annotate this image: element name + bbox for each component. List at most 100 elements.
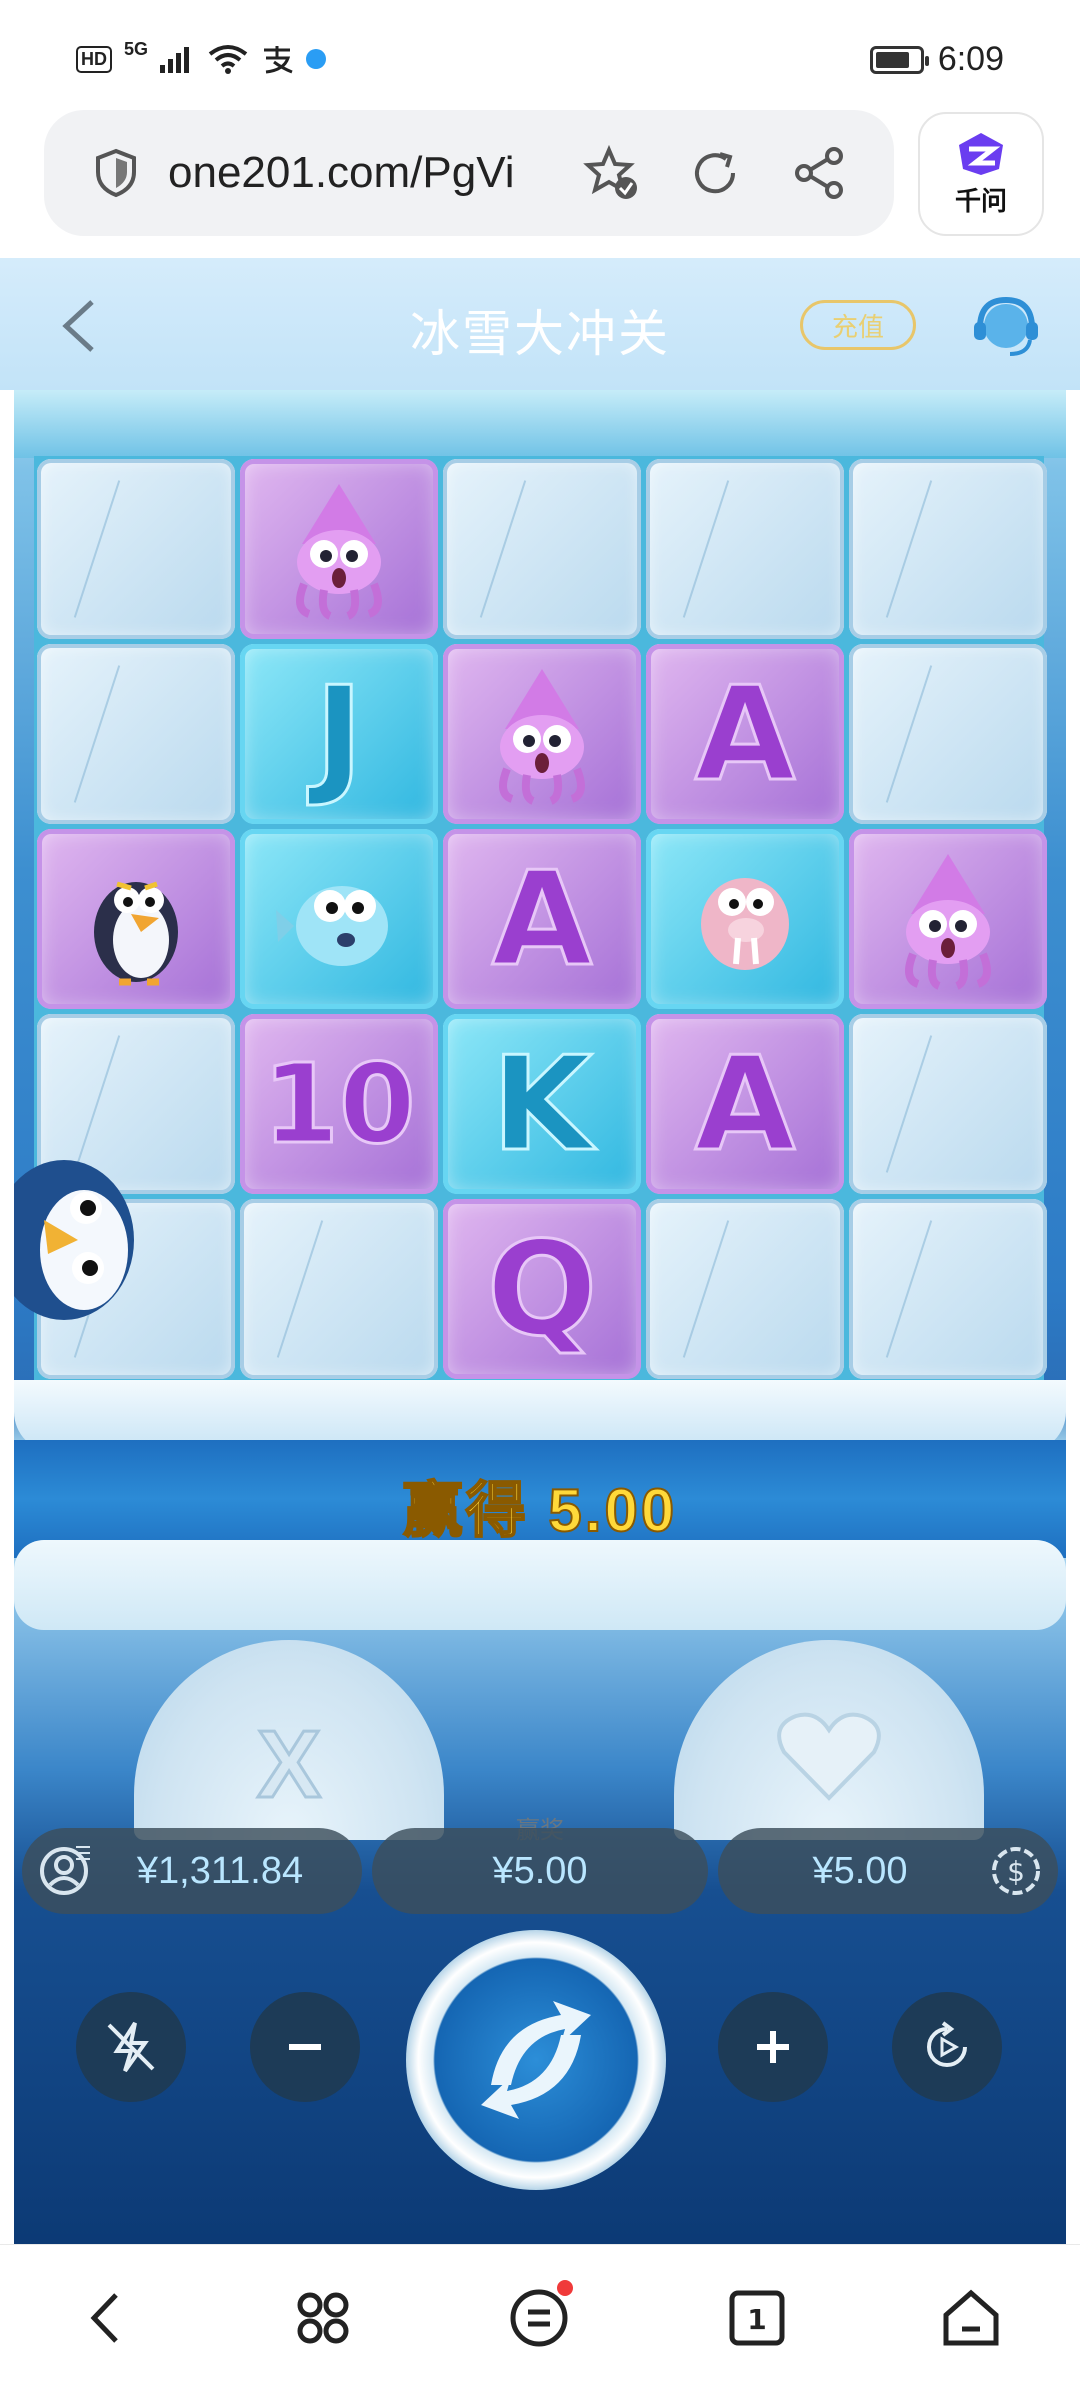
wifi-icon (208, 45, 248, 74)
share-icon[interactable] (790, 144, 848, 202)
symbol-letter: A (490, 842, 594, 997)
autoplay-button[interactable] (892, 1992, 1002, 2102)
notification-dot-icon (306, 49, 327, 69)
back-icon (90, 2293, 118, 2343)
network-type: 5G (124, 38, 149, 59)
bet-value: ¥5.00 (812, 1849, 908, 1892)
svg-text:$: $ (1007, 1855, 1025, 1888)
reel-cell-j: J (240, 644, 438, 824)
refresh-icon[interactable] (686, 144, 744, 202)
battery-fill (875, 51, 910, 68)
qianwen-logo-icon (959, 132, 1003, 175)
reel-cell-ice (646, 1199, 844, 1379)
increase-bet-button[interactable] (718, 1992, 828, 2102)
reel-cell-a: A (443, 829, 641, 1009)
reel-cell-ice (849, 1014, 1047, 1194)
browser-bottom-nav: 1 (0, 2244, 1080, 2388)
home-icon (943, 2289, 999, 2346)
balance-pill[interactable]: ¥1,311.84 (22, 1828, 362, 1914)
plus-icon (757, 2031, 789, 2063)
reel-cell-a: A (646, 644, 844, 824)
igloo-right (674, 1640, 984, 1840)
symbol-letter: 10 (261, 1039, 417, 1170)
svg-text:1: 1 (747, 2303, 766, 2336)
reel-cell-ice (37, 459, 235, 639)
reel-grid: J A A 10 K A Q (34, 456, 1047, 1380)
peeking-penguin-icon (14, 1160, 134, 1320)
game-canvas[interactable]: J A A 10 K A Q 赢得 5.00 X ¥1,311.84 ¥5.00… (14, 390, 1066, 2244)
win-value: ¥5.00 (492, 1849, 588, 1892)
win-pill: ¥5.00 (372, 1828, 708, 1914)
url-text[interactable]: one201.com/PgVi (168, 148, 548, 198)
favorite-star-icon[interactable] (582, 144, 640, 202)
game-title: 冰雪大冲关 (410, 306, 670, 362)
symbol-letter: A (693, 657, 797, 812)
win-banner-text: 赢得 5.00 (402, 1476, 678, 1545)
game-header: 冰雪大冲关 充值 (0, 258, 1080, 390)
coin-dollar-icon: $ (992, 1847, 1040, 1895)
status-bar: HD 5G 6:09 (0, 0, 1080, 110)
reel-cell-ice (849, 1199, 1047, 1379)
nav-back-button[interactable] (72, 2283, 142, 2353)
clover-apps-icon (297, 2292, 349, 2344)
reel-cell-10: 10 (240, 1014, 438, 1194)
reel-cell-a: A (646, 1014, 844, 1194)
hd-badge: HD (76, 45, 112, 73)
reel-cell-k: K (443, 1014, 641, 1194)
reel-cell-squid (849, 829, 1047, 1009)
signal-icon (160, 47, 190, 73)
spin-arrows-icon (481, 2001, 591, 2119)
alipay-icon (264, 46, 293, 74)
pufferfish-icon (276, 886, 388, 966)
minus-icon (289, 2044, 321, 2050)
clock: 6:09 (937, 40, 1004, 78)
reel-cell-ice (240, 1199, 438, 1379)
reel-cell-ice (849, 644, 1047, 824)
reel-cell-q: Q (443, 1199, 641, 1379)
user-wallet-icon (40, 1846, 90, 1895)
customer-support-icon[interactable] (970, 294, 1042, 360)
reel-cell-walrus (646, 829, 844, 1009)
symbol-letter: A (693, 1027, 797, 1182)
qianwen-button[interactable]: 千问 (918, 112, 1044, 236)
tabs-count-icon: 1 (729, 2290, 785, 2346)
reel-cell-ice (37, 644, 235, 824)
address-bar[interactable]: one201.com/PgVi (44, 110, 894, 236)
qianwen-label: 千问 (954, 185, 1007, 216)
reel-cell-ice (849, 459, 1047, 639)
decrease-bet-button[interactable] (250, 1992, 360, 2102)
nav-tabs-button[interactable]: 1 (722, 2283, 792, 2353)
url-actions (582, 144, 848, 202)
reel-cell-squid (240, 459, 438, 639)
reel-cell-ice (646, 459, 844, 639)
ice-frame-top (14, 390, 1066, 458)
autoplay-icon (927, 2021, 967, 2067)
nav-apps-button[interactable] (288, 2283, 358, 2353)
squid-icon (296, 484, 382, 620)
symbol-letter: K (490, 1027, 594, 1182)
walrus-icon (701, 878, 789, 970)
snow-ground (14, 1540, 1066, 1630)
reel-cell-ice (443, 459, 641, 639)
reel-cell-squid (443, 644, 641, 824)
penguin-icon (94, 881, 178, 986)
spin-button[interactable] (406, 1930, 666, 2190)
squid-icon (499, 669, 585, 805)
reel-cell-penguin (37, 829, 235, 1009)
symbol-letter: J (313, 657, 364, 812)
heart-icon (777, 1712, 881, 1801)
balance-value: ¥1,311.84 (136, 1849, 304, 1892)
lightning-off-icon (107, 2021, 155, 2073)
squid-icon (905, 854, 991, 990)
reel-cell-pufferfish (240, 829, 438, 1009)
symbol-letter: Q (485, 1212, 599, 1367)
close-x-icon: X (255, 1710, 322, 1820)
status-left: HD 5G (76, 39, 327, 74)
turbo-button[interactable] (76, 1992, 186, 2102)
shield-icon[interactable] (94, 148, 138, 198)
nav-home-button[interactable] (936, 2283, 1006, 2353)
status-right: 6:09 (869, 40, 1004, 79)
recharge-button[interactable]: 充值 (800, 300, 916, 350)
bet-pill[interactable]: ¥5.00 $ (718, 1828, 1058, 1914)
battery-icon (869, 45, 929, 74)
